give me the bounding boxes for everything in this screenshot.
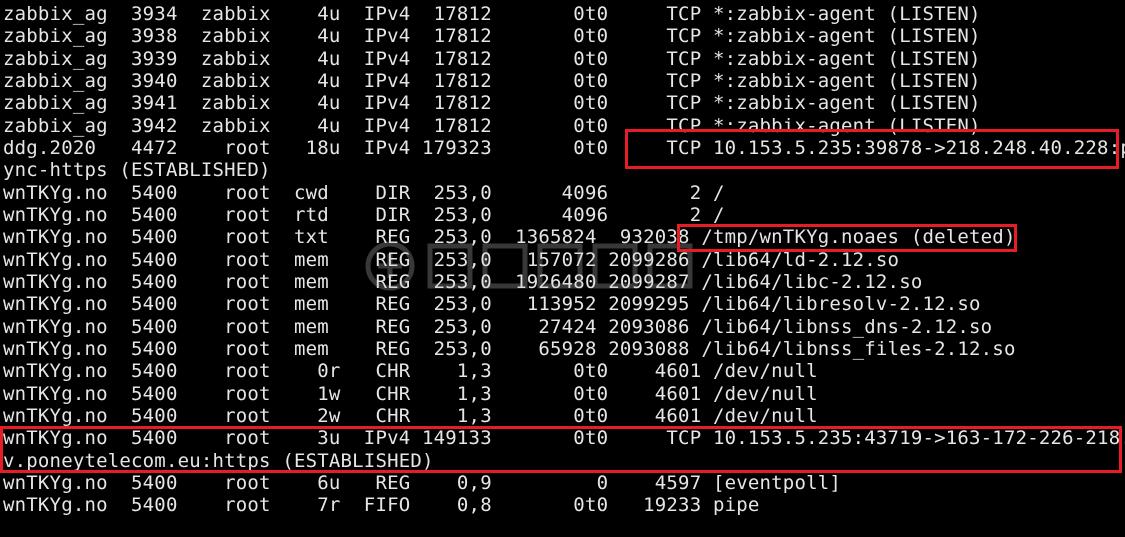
terminal-line: wnTKYg.no 5400 root mem REG 253,0 27424 … xyxy=(3,316,993,338)
terminal-line: zabbix_ag 3941 zabbix 4u IPv4 17812 0t0 … xyxy=(3,92,981,114)
terminal-line: zabbix_ag 3938 zabbix 4u IPv4 17812 0t0 … xyxy=(3,25,981,47)
terminal-line: wnTKYg.no 5400 root rtd DIR 253,0 4096 2… xyxy=(3,204,725,226)
terminal-line: v.poneytelecom.eu:https (ESTABLISHED) xyxy=(3,450,434,472)
terminal-line: wnTKYg.no 5400 root 7r FIFO 0,8 0t0 1923… xyxy=(3,494,760,516)
terminal-line: wnTKYg.no 5400 root 0r CHR 1,3 0t0 4601 … xyxy=(3,360,818,382)
terminal-line: wnTKYg.no 5400 root mem REG 253,0 192648… xyxy=(3,271,923,293)
terminal-line: zabbix_ag 3940 zabbix 4u IPv4 17812 0t0 … xyxy=(3,70,981,92)
terminal-line: wnTKYg.no 5400 root mem REG 253,0 157072… xyxy=(3,249,900,271)
terminal-line: zabbix_ag 3939 zabbix 4u IPv4 17812 0t0 … xyxy=(3,48,981,70)
terminal-line: wnTKYg.no 5400 root mem REG 253,0 113952… xyxy=(3,293,981,315)
terminal-line: wnTKYg.no 5400 root 1w CHR 1,3 0t0 4601 … xyxy=(3,383,818,405)
terminal-line: wnTKYg.no 5400 root 3u IPv4 149133 0t0 T… xyxy=(3,427,1125,449)
terminal-line: ync-https (ESTABLISHED) xyxy=(3,159,271,181)
terminal-line: ddg.2020 4472 root 18u IPv4 179323 0t0 T… xyxy=(3,137,1125,159)
terminal-line: zabbix_ag 3942 zabbix 4u IPv4 17812 0t0 … xyxy=(3,115,981,137)
terminal-line: wnTKYg.no 5400 root 2w CHR 1,3 0t0 4601 … xyxy=(3,405,818,427)
terminal-line: wnTKYg.no 5400 root cwd DIR 253,0 4096 2… xyxy=(3,182,725,204)
terminal-line: wnTKYg.no 5400 root txt REG 253,0 136582… xyxy=(3,226,1016,248)
terminal-line: wnTKYg.no 5400 root 6u REG 0,9 0 4597 [e… xyxy=(3,472,842,494)
terminal-line: zabbix_ag 3934 zabbix 4u IPv4 17812 0t0 … xyxy=(3,3,981,25)
terminal-output[interactable]: zabbix_ag 3934 zabbix 4u IPv4 17812 0t0 … xyxy=(0,0,1125,537)
terminal-line: wnTKYg.no 5400 root mem REG 253,0 65928 … xyxy=(3,338,1016,360)
